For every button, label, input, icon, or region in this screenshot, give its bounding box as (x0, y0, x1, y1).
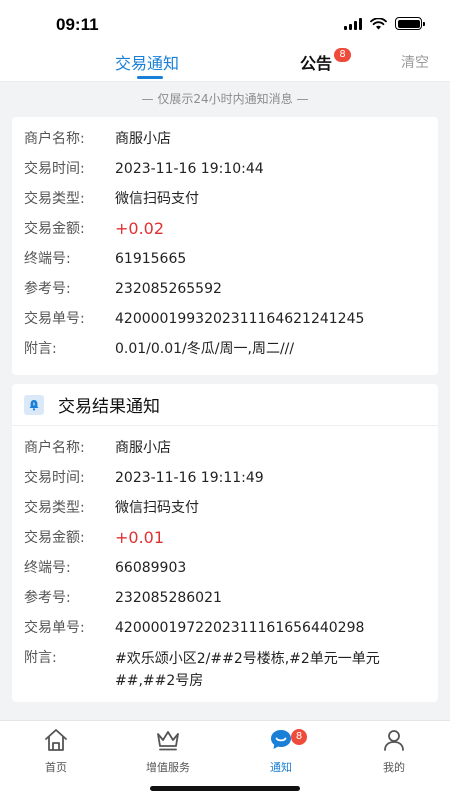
merchant-value: 商服小店 (115, 131, 171, 147)
terminal-label: 终端号: (24, 251, 71, 267)
reference-label: 参考号: (24, 281, 71, 297)
reference-label: 参考号: (24, 590, 71, 606)
nav-notice-badge: 8 (291, 729, 307, 745)
order-label: 交易单号: (24, 620, 85, 636)
battery-icon (395, 17, 425, 30)
remark-value: 0.01/0.01/冬瓜/周一,周二/// (115, 341, 295, 357)
notification-card[interactable]: 交易结果通知 商户名称: 商服小店 交易时间: 2023-11-16 19:11… (12, 384, 438, 702)
signal-icon (344, 17, 362, 30)
retention-hint: — 仅展示24小时内通知消息 — (141, 92, 309, 106)
amount-value: +0.02 (115, 219, 165, 238)
remark-value: #欢乐颂小区2/##2号楼栋,#2单元一单元##,##2号房 (115, 651, 380, 689)
card-header: 交易结果通知 (12, 384, 438, 426)
terminal-label: 终端号: (24, 560, 71, 576)
amount-label: 交易金额: (24, 530, 85, 546)
amount-label: 交易金额: (24, 221, 85, 237)
home-icon (45, 729, 67, 751)
clear-button[interactable]: 清空 (401, 52, 429, 72)
merchant-label: 商户名称: (24, 131, 85, 147)
time-value: 2023-11-16 19:11:49 (115, 470, 264, 486)
notification-card[interactable]: 商户名称: 商服小店 交易时间: 2023-11-16 19:10:44 交易类… (12, 117, 438, 375)
nav-value-added-label: 增值服务 (146, 761, 190, 774)
card-title: 交易结果通知 (58, 397, 160, 417)
bell-icon (24, 394, 44, 415)
nav-notice-label: 通知 (270, 761, 292, 774)
tab-transaction-notice[interactable]: 交易通知 (115, 50, 179, 74)
order-label: 交易单号: (24, 311, 85, 327)
person-icon (384, 730, 404, 751)
type-value: 微信扫码支付 (115, 500, 199, 516)
status-icons (344, 17, 425, 30)
amount-value: +0.01 (115, 528, 165, 547)
wifi-icon (370, 17, 387, 29)
crown-icon (157, 731, 179, 751)
top-tabs: 交易通知 公告 8 清空 (0, 46, 450, 82)
time-label: 交易时间: (24, 161, 85, 177)
home-indicator (150, 786, 300, 791)
type-label: 交易类型: (24, 500, 85, 516)
remark-label: 附言: (24, 341, 57, 357)
merchant-label: 商户名称: (24, 440, 85, 456)
active-tab-indicator (137, 76, 163, 79)
nav-value-added[interactable]: 增值服务 (128, 727, 208, 775)
nav-mine-label: 我的 (383, 761, 405, 774)
nav-home[interactable]: 首页 (16, 727, 96, 775)
reference-value: 232085265592 (115, 281, 222, 297)
time-label: 交易时间: (24, 470, 85, 486)
remark-label: 附言: (24, 650, 57, 666)
reference-value: 232085286021 (115, 590, 222, 606)
terminal-value: 66089903 (115, 560, 187, 576)
nav-home-label: 首页 (45, 761, 67, 774)
bulletin-badge: 8 (334, 48, 351, 62)
nav-notice[interactable]: 8 通知 (241, 727, 321, 775)
status-bar: 09:11 (0, 0, 450, 46)
type-value: 微信扫码支付 (115, 191, 199, 207)
chat-bubble-icon (271, 730, 291, 749)
tab-bulletin[interactable]: 公告 (300, 50, 332, 74)
merchant-value: 商服小店 (115, 440, 171, 456)
order-value: 4200001972202311161656440298 (115, 620, 365, 636)
order-value: 4200001993202311164621241245 (115, 311, 365, 327)
status-time: 09:11 (56, 15, 99, 34)
terminal-value: 61915665 (115, 251, 187, 267)
nav-mine[interactable]: 我的 (354, 727, 434, 775)
type-label: 交易类型: (24, 191, 85, 207)
time-value: 2023-11-16 19:10:44 (115, 161, 264, 177)
